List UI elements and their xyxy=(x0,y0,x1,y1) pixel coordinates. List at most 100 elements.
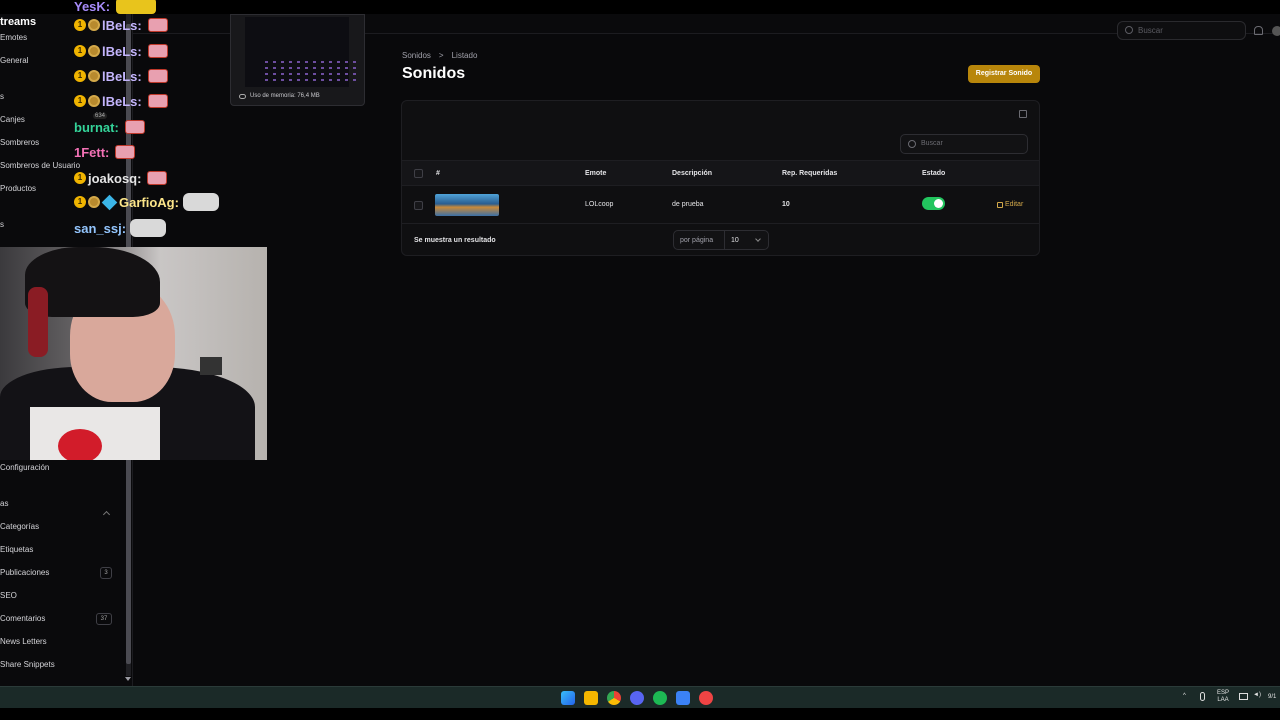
sidebar-item-comentarios[interactable]: Comentarios xyxy=(0,614,45,623)
chat-emote-icon xyxy=(147,94,168,108)
sounds-table-card: Buscar # Emote Descripción Rep. Requerid… xyxy=(401,100,1040,256)
chat-username: san_ssj: xyxy=(74,220,127,236)
tray-chevron-icon[interactable]: ^ xyxy=(1183,693,1186,699)
edit-icon xyxy=(997,201,1003,208)
scroll-down-arrow-icon[interactable] xyxy=(125,677,131,681)
webcam-background-object xyxy=(200,357,222,375)
chat-message: 1Fett: xyxy=(74,141,136,163)
webcam-shirt-logo xyxy=(58,429,102,460)
preview-thumbnail xyxy=(245,17,357,87)
results-summary: Se muestra un resultado xyxy=(414,237,496,244)
clock[interactable]: 9/1 xyxy=(1268,694,1276,700)
bits-badge-icon xyxy=(88,95,100,107)
sidebar-item-configuraci-n[interactable]: Configuración xyxy=(0,463,49,472)
preview-row xyxy=(265,79,357,81)
chat-username: YesK: xyxy=(74,0,111,14)
chat-username: lBeLs: xyxy=(102,68,142,84)
search-icon xyxy=(908,140,916,148)
sidebar-item-publicaciones[interactable]: Publicaciones xyxy=(0,568,49,577)
chat-emote-icon xyxy=(182,193,219,211)
table-header: # Emote Descripción Rep. Requeridas Esta… xyxy=(402,160,1039,186)
memory-preview-window[interactable]: Uso de memoria: 76,4 MB xyxy=(230,14,365,106)
status-toggle[interactable] xyxy=(922,197,945,210)
column-toggle-icon[interactable] xyxy=(1019,110,1027,118)
gem-badge-icon xyxy=(101,194,118,210)
chat-username: lBeLs: xyxy=(102,93,142,109)
breadcrumb-root[interactable]: Sonidos xyxy=(402,51,431,60)
chat-username: joakosq: xyxy=(88,170,142,186)
microphone-icon[interactable] xyxy=(1200,692,1205,701)
register-sound-button[interactable]: Registrar Sonido xyxy=(968,65,1040,83)
chat-message: 1 lBeLs: xyxy=(74,40,168,62)
bell-icon[interactable] xyxy=(1254,26,1263,35)
chat-message: 1 lBeLs: xyxy=(74,90,168,112)
breadcrumb-separator-icon: > xyxy=(438,51,444,60)
sidebar-item-etiquetas[interactable]: Etiquetas xyxy=(0,545,33,554)
sidebar-item-news-letters[interactable]: News Letters xyxy=(0,637,47,646)
table-search-input[interactable]: Buscar xyxy=(900,134,1028,154)
chat-emote-icon xyxy=(147,171,168,185)
chat-emote-icon xyxy=(124,120,145,134)
chat-message: 1 lBeLs: xyxy=(74,14,168,36)
chat-emote-icon xyxy=(115,145,136,159)
network-icon[interactable] xyxy=(1239,693,1248,700)
sidebar-item-as[interactable]: as xyxy=(0,499,8,508)
keyboard-layout: LAA xyxy=(1217,697,1229,703)
sub-badge-icon: 1 xyxy=(74,95,86,107)
app-red-icon[interactable] xyxy=(699,691,713,705)
stream-bottom-band xyxy=(0,708,1280,720)
edit-button[interactable]: Editar xyxy=(997,201,1023,208)
per-page-value[interactable]: 10 xyxy=(731,237,739,244)
column-header-description[interactable]: Descripción xyxy=(672,170,712,177)
chat-emote-icon xyxy=(147,18,168,32)
bits-badge-icon xyxy=(88,70,100,82)
column-header-reps[interactable]: Rep. Requeridas xyxy=(782,170,837,177)
row-checkbox[interactable] xyxy=(414,201,423,210)
chat-emote-icon xyxy=(116,0,157,14)
column-header-index[interactable]: # xyxy=(436,170,440,177)
sub-badge-icon: 1 xyxy=(74,45,86,57)
app-icon[interactable] xyxy=(676,691,690,705)
discord-icon[interactable] xyxy=(630,691,644,705)
table-row[interactable]: LOLcoop de prueba 10 Editar xyxy=(402,186,1039,224)
row-description: de prueba xyxy=(672,201,704,208)
column-header-status[interactable]: Estado xyxy=(922,170,945,177)
sidebar-item-share-snippets[interactable]: Share Snippets xyxy=(0,660,55,669)
chat-message: 1 GarfioAg: xyxy=(74,191,219,213)
memory-usage-label: Uso de memoria: 76,4 MB xyxy=(250,93,320,99)
spotify-icon[interactable] xyxy=(653,691,667,705)
chat-overlay: YesK: 1 lBeLs: 1 lBeLs: 1 lBeLs: 1 lBeLs: burnat:… xyxy=(0,0,230,245)
preview-row xyxy=(265,73,357,75)
per-page-select[interactable]: por página 10 xyxy=(673,230,769,250)
cloud-icon xyxy=(239,93,246,99)
row-reps: 10 xyxy=(782,201,790,208)
chevron-down-icon[interactable] xyxy=(755,236,761,242)
language-indicator[interactable]: ESP LAA xyxy=(1217,690,1229,704)
toggle-knob xyxy=(934,199,943,208)
windows-taskbar: ^ ESP LAA ◄) 9/1 xyxy=(0,686,1280,708)
sidebar-item-categor-as[interactable]: Categorías xyxy=(0,522,39,531)
webcam-feed xyxy=(0,247,267,460)
chevron-up-icon[interactable] xyxy=(102,510,111,519)
chat-username: 1Fett: xyxy=(74,144,110,160)
search-icon xyxy=(1125,26,1133,34)
windows-start-icon[interactable] xyxy=(561,691,575,705)
file-explorer-icon[interactable] xyxy=(584,691,598,705)
chat-username: lBeLs: xyxy=(102,17,142,33)
column-header-emote[interactable]: Emote xyxy=(585,170,606,177)
chat-message: burnat: xyxy=(74,116,145,138)
chrome-icon[interactable] xyxy=(607,691,621,705)
select-all-checkbox[interactable] xyxy=(414,169,423,178)
avatar[interactable] xyxy=(1272,26,1280,36)
volume-icon[interactable]: ◄) xyxy=(1253,692,1261,698)
sub-badge-icon: 1 xyxy=(74,172,86,184)
search-placeholder: Buscar xyxy=(1138,26,1163,35)
sub-badge-icon: 1 xyxy=(74,19,86,31)
sidebar-item-seo[interactable]: SEO xyxy=(0,591,17,600)
chat-count-badge: 634 xyxy=(93,113,108,119)
chat-username: burnat: xyxy=(74,119,119,135)
sub-badge-icon: 1 xyxy=(74,196,86,208)
table-search-placeholder: Buscar xyxy=(921,140,943,147)
global-search-input[interactable]: Buscar xyxy=(1117,21,1246,40)
webcam-headphone xyxy=(28,287,48,357)
